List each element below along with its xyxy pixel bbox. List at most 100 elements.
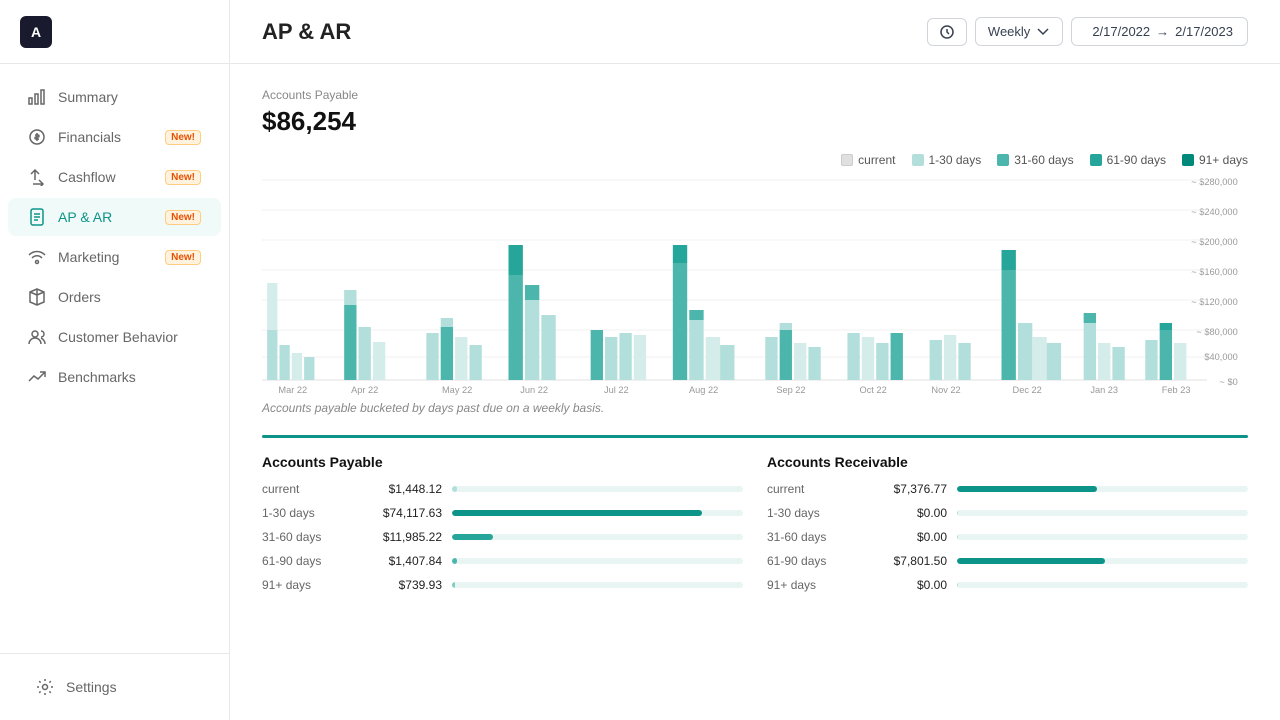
sidebar-item-label: Summary bbox=[58, 89, 118, 105]
date-from: 2/17/2022 bbox=[1092, 24, 1150, 39]
svg-text:~ $0: ~ $0 bbox=[1220, 377, 1238, 387]
sidebar-item-customer-behavior[interactable]: Customer Behavior bbox=[8, 318, 221, 356]
bar-container bbox=[452, 558, 743, 564]
users-icon bbox=[28, 328, 46, 346]
sidebar-item-orders[interactable]: Orders bbox=[8, 278, 221, 316]
row-value: $1,407.84 bbox=[362, 554, 442, 568]
bar-fill bbox=[452, 534, 493, 540]
sidebar-item-settings[interactable]: Settings bbox=[16, 668, 213, 706]
ar-table-rows: current $7,376.77 1-30 days $0.00 31-60 … bbox=[767, 482, 1248, 592]
row-value: $11,985.22 bbox=[362, 530, 442, 544]
bar-container bbox=[957, 510, 1248, 516]
app-logo: A bbox=[20, 16, 52, 48]
table-row: 61-90 days $7,801.50 bbox=[767, 554, 1248, 568]
legend-dot-61-90 bbox=[1090, 154, 1102, 166]
bar-container bbox=[957, 582, 1248, 588]
sidebar-bottom: Settings bbox=[0, 653, 229, 720]
legend-label-31-60: 31-60 days bbox=[1014, 153, 1073, 167]
sidebar-item-marketing[interactable]: Marketing New! bbox=[8, 238, 221, 276]
date-range[interactable]: 2/17/2022 → 2/17/2023 bbox=[1071, 17, 1248, 46]
row-label: 31-60 days bbox=[767, 530, 857, 544]
new-badge-ap-ar: New! bbox=[165, 210, 201, 225]
new-badge-marketing: New! bbox=[165, 250, 201, 265]
sidebar-item-ap-ar[interactable]: AP & AR New! bbox=[8, 198, 221, 236]
bar-container bbox=[452, 486, 743, 492]
svg-text:Jun 22: Jun 22 bbox=[520, 385, 548, 395]
row-label: 1-30 days bbox=[262, 506, 352, 520]
row-value: $0.00 bbox=[867, 530, 947, 544]
page-title: AP & AR bbox=[262, 19, 927, 45]
gear-icon bbox=[36, 678, 54, 696]
table-row: 31-60 days $0.00 bbox=[767, 530, 1248, 544]
legend-31-60: 31-60 days bbox=[997, 153, 1073, 167]
svg-text:May 22: May 22 bbox=[442, 385, 472, 395]
svg-text:Nov 22: Nov 22 bbox=[931, 385, 960, 395]
sidebar-nav: Summary Financials New! Cashflow New! AP… bbox=[0, 64, 229, 653]
bar-container bbox=[452, 534, 743, 540]
legend-dot-91plus bbox=[1182, 154, 1194, 166]
bar-fill bbox=[957, 582, 958, 588]
table-row: current $1,448.12 bbox=[262, 482, 743, 496]
svg-text:~ $80,000: ~ $80,000 bbox=[1196, 327, 1237, 337]
row-value: $7,376.77 bbox=[867, 482, 947, 496]
bar-fill bbox=[957, 534, 958, 540]
ap-value: $86,254 bbox=[262, 106, 1248, 137]
table-row: 31-60 days $11,985.22 bbox=[262, 530, 743, 544]
row-value: $74,117.63 bbox=[362, 506, 442, 520]
bar-fill bbox=[452, 486, 457, 492]
sidebar-logo: A bbox=[0, 0, 229, 64]
page-content: Accounts Payable $86,254 current 1-30 da… bbox=[230, 64, 1280, 720]
svg-text:~ $120,000: ~ $120,000 bbox=[1191, 297, 1237, 307]
bar-container bbox=[957, 534, 1248, 540]
row-value: $0.00 bbox=[867, 578, 947, 592]
legend-label-91plus: 91+ days bbox=[1199, 153, 1248, 167]
chart-note: Accounts payable bucketed by days past d… bbox=[262, 401, 1248, 415]
bar-container bbox=[957, 486, 1248, 492]
tables-row: Accounts Payable current $1,448.12 1-30 … bbox=[262, 454, 1248, 602]
wifi-icon bbox=[28, 248, 46, 266]
clock-icon bbox=[940, 25, 954, 39]
sidebar-item-benchmarks[interactable]: Benchmarks bbox=[8, 358, 221, 396]
ap-table-title: Accounts Payable bbox=[262, 454, 743, 470]
ap-table-rows: current $1,448.12 1-30 days $74,117.63 3… bbox=[262, 482, 743, 592]
legend-current: current bbox=[841, 153, 895, 167]
trending-up-icon bbox=[28, 368, 46, 386]
sidebar-item-cashflow[interactable]: Cashflow New! bbox=[8, 158, 221, 196]
row-label: current bbox=[767, 482, 857, 496]
table-row: 1-30 days $0.00 bbox=[767, 506, 1248, 520]
table-row: 61-90 days $1,407.84 bbox=[262, 554, 743, 568]
svg-text:Mar 22: Mar 22 bbox=[278, 385, 307, 395]
sidebar-item-financials[interactable]: Financials New! bbox=[8, 118, 221, 156]
row-label: 91+ days bbox=[767, 578, 857, 592]
table-row: 91+ days $0.00 bbox=[767, 578, 1248, 592]
sidebar-item-label: Marketing bbox=[58, 249, 119, 265]
row-value: $7,801.50 bbox=[867, 554, 947, 568]
bar-container bbox=[452, 510, 743, 516]
table-row: 91+ days $739.93 bbox=[262, 578, 743, 592]
legend-91plus: 91+ days bbox=[1182, 153, 1248, 167]
page-header: AP & AR Weekly 2/17/2022 → 2/17/2023 bbox=[230, 0, 1280, 64]
row-value: $0.00 bbox=[867, 506, 947, 520]
row-label: 61-90 days bbox=[767, 554, 857, 568]
svg-text:~ $160,000: ~ $160,000 bbox=[1191, 267, 1237, 277]
legend-dot-current bbox=[841, 154, 853, 166]
bar-fill bbox=[957, 510, 958, 516]
ar-table-title: Accounts Receivable bbox=[767, 454, 1248, 470]
period-label: Weekly bbox=[988, 24, 1030, 39]
chart-bar-icon bbox=[28, 88, 46, 106]
ap-table: Accounts Payable current $1,448.12 1-30 … bbox=[262, 454, 743, 602]
new-badge-financials: New! bbox=[165, 130, 201, 145]
date-arrow: → bbox=[1156, 24, 1169, 39]
row-value: $1,448.12 bbox=[362, 482, 442, 496]
sidebar-item-summary[interactable]: Summary bbox=[8, 78, 221, 116]
svg-text:~ $280,000: ~ $280,000 bbox=[1191, 177, 1237, 187]
period-selector[interactable]: Weekly bbox=[975, 17, 1063, 46]
history-button[interactable] bbox=[927, 18, 967, 46]
bar-fill bbox=[957, 558, 1105, 564]
bar-container bbox=[957, 558, 1248, 564]
sidebar-item-label: Financials bbox=[58, 129, 121, 145]
sidebar-item-label: Customer Behavior bbox=[58, 329, 178, 345]
svg-text:Aug 22: Aug 22 bbox=[689, 385, 718, 395]
legend-61-90: 61-90 days bbox=[1090, 153, 1166, 167]
bar-chart: ~ $280,000 ~ $240,000 ~ $200,000 ~ $160,… bbox=[262, 175, 1248, 395]
